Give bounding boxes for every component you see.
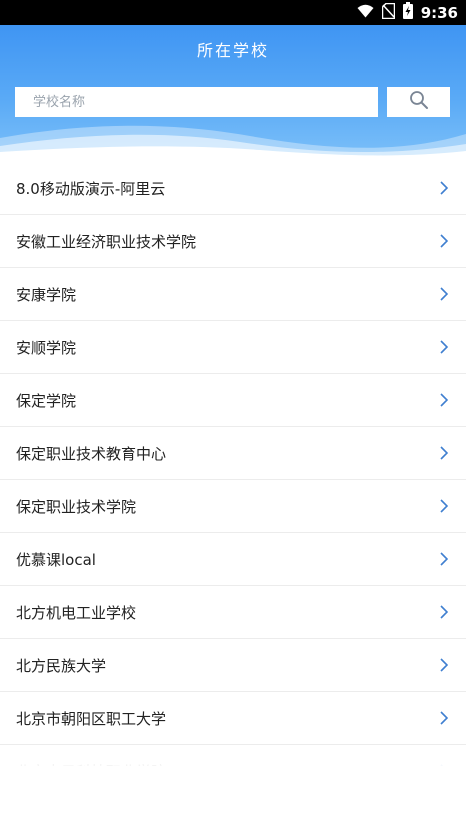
battery-charging-icon bbox=[402, 2, 413, 23]
wifi-icon bbox=[357, 3, 374, 22]
search-icon bbox=[409, 90, 429, 114]
status-time: 9:36 bbox=[420, 3, 458, 22]
school-list-item[interactable]: 保定职业技术学院 bbox=[0, 480, 466, 533]
chevron-right-icon bbox=[440, 287, 448, 301]
header: 所在学校 bbox=[0, 25, 466, 160]
school-name: 安康学院 bbox=[16, 285, 77, 304]
school-name: 北京市朝阳区职工大学 bbox=[16, 709, 167, 728]
page-title: 所在学校 bbox=[196, 41, 269, 60]
school-list-item[interactable]: 安顺学院 bbox=[0, 321, 466, 374]
school-list-item[interactable]: 北方民族大学 bbox=[0, 639, 466, 692]
school-name: 安顺学院 bbox=[16, 338, 77, 357]
school-list-item[interactable]: 保定学院 bbox=[0, 374, 466, 427]
status-bar: 9:36 bbox=[0, 0, 466, 25]
chevron-right-icon bbox=[440, 393, 448, 407]
school-name: 保定学院 bbox=[16, 391, 77, 410]
school-name: 安徽工业经济职业技术学院 bbox=[16, 232, 197, 251]
status-icons: 9:36 bbox=[357, 2, 458, 23]
school-list-item[interactable]: 8.0移动版演示-阿里云 bbox=[0, 162, 466, 215]
school-name: 北方机电工业学校 bbox=[16, 603, 137, 622]
list-fade bbox=[0, 745, 466, 828]
school-list-item[interactable]: 北方机电工业学校 bbox=[0, 586, 466, 639]
school-list-item[interactable]: 保定职业技术教育中心 bbox=[0, 427, 466, 480]
school-list: 8.0移动版演示-阿里云安徽工业经济职业技术学院 安康学院安顺学院保定学院保定职业… bbox=[0, 162, 466, 766]
chevron-right-icon bbox=[440, 658, 448, 672]
school-name: 保定职业技术教育中心 bbox=[16, 444, 167, 463]
school-list-item[interactable]: 安徽工业经济职业技术学院 bbox=[0, 215, 466, 268]
school-list-item[interactable]: 北京市朝阳区职工大学 bbox=[0, 692, 466, 745]
school-name: 保定职业技术学院 bbox=[16, 497, 137, 516]
chevron-right-icon bbox=[440, 605, 448, 619]
chevron-right-icon bbox=[440, 446, 448, 460]
school-search-input[interactable] bbox=[15, 87, 378, 117]
chevron-right-icon bbox=[440, 711, 448, 725]
header-waves bbox=[0, 125, 466, 160]
school-list-item[interactable]: 优慕课local bbox=[0, 533, 466, 586]
chevron-right-icon bbox=[440, 234, 448, 248]
school-name: 8.0移动版演示-阿里云 bbox=[16, 179, 166, 198]
school-name: 优慕课local bbox=[16, 550, 96, 569]
search-button[interactable] bbox=[387, 87, 450, 117]
chevron-right-icon bbox=[440, 340, 448, 354]
no-sim-icon bbox=[381, 2, 395, 23]
school-name: 北方民族大学 bbox=[16, 656, 107, 675]
chevron-right-icon bbox=[440, 499, 448, 513]
chevron-right-icon bbox=[440, 552, 448, 566]
school-list-item[interactable]: 安康学院 bbox=[0, 268, 466, 321]
chevron-right-icon bbox=[440, 181, 448, 195]
